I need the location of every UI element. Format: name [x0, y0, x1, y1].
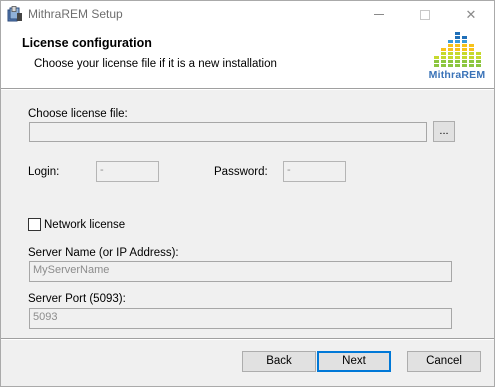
logo-bar-segment [434, 56, 439, 59]
title-bar: MithraREM Setup ✕ [1, 1, 494, 28]
logo-bar-segment [462, 64, 467, 67]
server-name-input[interactable]: MyServerName [29, 261, 452, 282]
license-file-label: Choose license file: [28, 108, 128, 120]
logo-bar-segment [455, 60, 460, 63]
logo-bar-segment [455, 44, 460, 47]
network-license-label[interactable]: Network license [44, 219, 125, 231]
back-button[interactable]: Back [242, 351, 316, 372]
password-input[interactable]: - [283, 161, 346, 182]
logo-bar-segment [448, 64, 453, 67]
logo-bar-segment [434, 60, 439, 63]
cancel-button[interactable]: Cancel [407, 351, 481, 372]
logo-bar-segment [476, 60, 481, 63]
header-banner: License configuration Choose your licens… [1, 28, 494, 88]
logo-bar-segment [441, 48, 446, 51]
maximize-button[interactable] [402, 1, 448, 28]
login-label: Login: [28, 166, 60, 178]
page-subtitle: Choose your license file if it is a new … [34, 58, 277, 70]
logo-text: MithraREM [428, 69, 486, 81]
license-file-input[interactable] [29, 122, 427, 142]
installer-icon [7, 6, 23, 22]
logo-bar-segment [462, 44, 467, 47]
close-icon: ✕ [465, 6, 477, 22]
logo-bar-segment [462, 60, 467, 63]
logo-bar-segment [455, 56, 460, 59]
next-button[interactable]: Next [317, 351, 391, 372]
logo-bar-segment [441, 52, 446, 55]
setup-window: MithraREM Setup ✕ License configuration … [0, 0, 495, 387]
logo-bar-segment [469, 52, 474, 55]
maximize-icon [420, 9, 430, 20]
logo-bars-graphic [434, 32, 481, 67]
logo-bar-segment [448, 48, 453, 51]
logo-bar-segment [455, 64, 460, 67]
logo-bar-segment [448, 56, 453, 59]
logo-bar-segment [462, 48, 467, 51]
server-port-label: Server Port (5093): [28, 293, 126, 305]
password-label: Password: [214, 166, 268, 178]
minimize-button[interactable] [356, 1, 402, 28]
logo-bar-segment [455, 40, 460, 43]
logo-bar-segment [448, 44, 453, 47]
server-port-input[interactable]: 5093 [29, 308, 452, 329]
browse-button[interactable]: ... [433, 121, 455, 142]
mithrarem-logo: MithraREM [426, 29, 488, 85]
logo-bar-segment [462, 36, 467, 39]
logo-bar-segment [455, 48, 460, 51]
logo-bar-segment [441, 56, 446, 59]
minimize-icon [374, 14, 384, 15]
header-divider-highlight [1, 89, 494, 90]
logo-bar-segment [476, 52, 481, 55]
logo-bar-segment [448, 52, 453, 55]
logo-bar-segment [455, 52, 460, 55]
logo-bar-segment [441, 60, 446, 63]
logo-bar-segment [455, 32, 460, 35]
logo-bar-segment [462, 52, 467, 55]
logo-bar-segment [476, 64, 481, 67]
logo-bar-segment [448, 60, 453, 63]
logo-bar-segment [469, 48, 474, 51]
server-name-label: Server Name (or IP Address): [28, 247, 179, 259]
login-input[interactable]: - [96, 161, 159, 182]
window-title: MithraREM Setup [28, 7, 123, 21]
logo-bar-segment [469, 56, 474, 59]
logo-bar-segment [434, 64, 439, 67]
logo-bar-segment [469, 60, 474, 63]
logo-bar-segment [476, 56, 481, 59]
page-title: License configuration [22, 36, 152, 50]
logo-bar-segment [462, 56, 467, 59]
logo-bar-segment [462, 40, 467, 43]
network-license-checkbox[interactable] [28, 218, 41, 231]
close-button[interactable]: ✕ [448, 1, 494, 28]
logo-bar-segment [469, 44, 474, 47]
logo-bar-segment [455, 36, 460, 39]
logo-bar-segment [448, 40, 453, 43]
logo-bar-segment [441, 64, 446, 67]
logo-bar-segment [469, 64, 474, 67]
footer-divider-highlight [1, 339, 494, 340]
